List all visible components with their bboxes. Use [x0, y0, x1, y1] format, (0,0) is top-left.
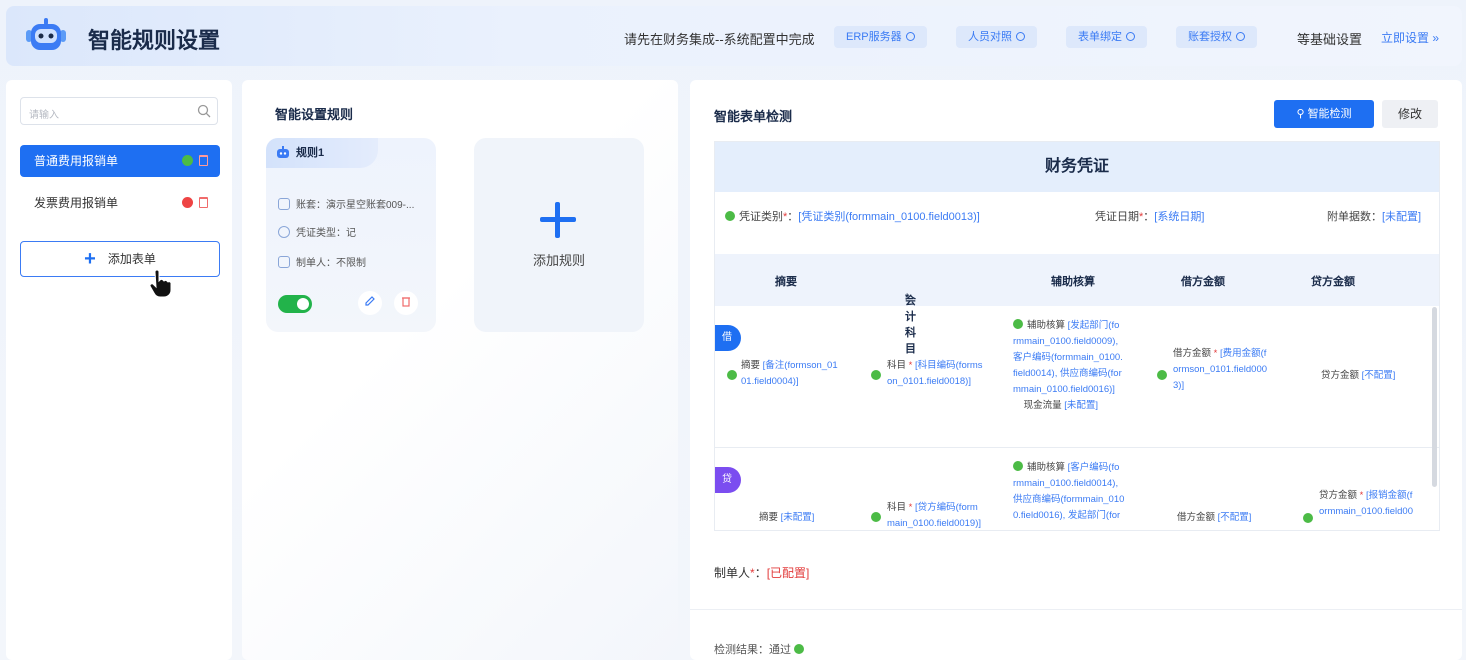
- rule-maker: 制单人：不限制: [278, 254, 366, 269]
- voucher-columns-header: 摘要 会计科目 * 辅助核算 借方金额 贷方金额: [715, 254, 1439, 355]
- check-circle-icon: [1303, 513, 1313, 523]
- detect-panel: 智能表单检测 ⚲ 智能检测 修改 财务凭证 凭证类别*：[凭证类别(formma…: [690, 80, 1462, 660]
- col-debit: 借方金额: [1181, 276, 1225, 288]
- voucher-date-field: 凭证日期*：[系统日期]: [1095, 211, 1205, 223]
- attachment-count-field: 附单据数：[未配置]: [1327, 211, 1422, 223]
- search-icon: ⚲: [1296, 108, 1308, 120]
- badge-erp-server[interactable]: ERP服务器: [834, 26, 927, 48]
- delete-icon[interactable]: [199, 197, 208, 208]
- page-header: 智能规则设置 请先在财务集成--系统配置中完成 ERP服务器 人员对照 表单绑定…: [6, 6, 1462, 66]
- book-icon: [278, 198, 290, 210]
- rule-name-tag: 规则1: [266, 138, 378, 168]
- search-icon: [197, 104, 211, 118]
- check-circle-icon: [1016, 32, 1025, 41]
- check-circle-icon: [794, 644, 805, 654]
- detect-title: 智能表单检测: [714, 109, 793, 124]
- hand-cursor-icon: [149, 270, 172, 298]
- col-credit: 贷方金额: [1311, 276, 1355, 288]
- check-status-icon: [182, 155, 193, 166]
- check-circle-icon: [727, 370, 737, 380]
- rule-card[interactable]: 规则1 账套：演示星空账套009-... 凭证类型：记 制单人：不限制: [266, 138, 436, 332]
- voucher-scrollbar[interactable]: [1432, 307, 1437, 487]
- voucher-title: 财务凭证: [715, 142, 1439, 192]
- check-circle-icon: [1236, 32, 1245, 41]
- edit-button[interactable]: 修改: [1382, 100, 1438, 128]
- voucher-type-field: 凭证类别*：[凭证类别(formmain_0100.field0013)]: [725, 208, 980, 224]
- add-rule-button[interactable]: 添加规则: [474, 138, 644, 332]
- setup-notice: 请先在财务集成--系统配置中完成: [624, 32, 815, 47]
- credit-aux: 辅助核算 [客户编码(fo rmmain_0100.field0014), 供应…: [1013, 461, 1125, 521]
- form-item-invoice-expense[interactable]: 发票费用报销单: [20, 187, 220, 219]
- rule-name: 规则1: [296, 147, 325, 159]
- check-circle-icon: [871, 512, 881, 522]
- credit-subject: 科目 * [贷方编码(form main_0100.field0019)]: [887, 502, 982, 529]
- search-input[interactable]: 请输入: [20, 97, 218, 125]
- check-circle-icon: [1126, 32, 1135, 41]
- credit-debit-amount: 借方金额 [不配置]: [1177, 512, 1252, 523]
- credit-summary: 摘要 [未配置]: [759, 512, 815, 523]
- debit-aux: 辅助核算 [发起部门(fo rmmain_0100.field0009), 客户…: [1013, 319, 1123, 411]
- rule-account: 账套：演示星空账套009-...: [278, 196, 414, 211]
- delete-icon[interactable]: [199, 155, 208, 166]
- layers-icon: [278, 226, 290, 238]
- robot-logo-icon: [26, 18, 66, 50]
- add-form-label: 添加表单: [107, 252, 156, 266]
- voucher-preview: 财务凭证 凭证类别*：[凭证类别(formmain_0100.field0013…: [714, 141, 1440, 531]
- robot-icon: [277, 146, 289, 158]
- check-circle-icon: [1157, 370, 1167, 380]
- form-item-label: 普通费用报销单: [34, 154, 119, 168]
- plus-icon: +: [84, 248, 96, 270]
- check-circle-icon: [1013, 319, 1023, 329]
- debit-credit-amount: 贷方金额 [不配置]: [1321, 370, 1396, 381]
- badge-account-auth[interactable]: 账套授权: [1176, 26, 1257, 48]
- form-item-ordinary-expense[interactable]: 普通费用报销单: [20, 145, 220, 177]
- rules-title: 智能设置规则: [275, 107, 354, 122]
- maker-field: 制单人*：[已配置]: [714, 566, 810, 580]
- user-icon: [278, 256, 290, 268]
- rule-voucher-type: 凭证类型：记: [278, 224, 356, 239]
- check-circle-icon: [871, 370, 881, 380]
- debit-tag: 借: [715, 325, 741, 351]
- credit-tag: 贷: [715, 467, 741, 493]
- check-circle-icon: [725, 211, 735, 221]
- col-aux: 辅助核算: [1051, 276, 1095, 288]
- form-item-label: 发票费用报销单: [34, 196, 119, 210]
- basic-settings-text: 等基础设置: [1297, 32, 1363, 47]
- col-summary: 摘要: [775, 276, 797, 288]
- plus-icon: [540, 202, 576, 238]
- add-form-button[interactable]: + 添加表单: [20, 241, 220, 277]
- edit-icon[interactable]: [358, 291, 382, 315]
- rules-panel: 智能设置规则 规则1 账套：演示星空账套009-... 凭证类型：记 制单人：不…: [242, 80, 678, 660]
- badge-person-mapping[interactable]: 人员对照: [956, 26, 1037, 48]
- delete-icon[interactable]: [394, 291, 418, 315]
- debit-summary: 摘要 [备注(formson_01 01.field0004)]: [741, 360, 838, 387]
- credit-amount: 贷方金额 * [报销金额(f ormmain_0100.field00: [1319, 490, 1414, 517]
- detect-result: 检测结果：通过: [714, 641, 808, 657]
- debit-subject: 科目 * [科目编码(forms on_0101.field0018)]: [887, 360, 983, 387]
- set-now-link[interactable]: 立即设置 »: [1381, 29, 1439, 46]
- search-placeholder: 请输入: [29, 110, 59, 121]
- error-status-icon: [182, 197, 193, 208]
- add-rule-label: 添加规则: [532, 253, 585, 268]
- divider: [690, 609, 1462, 610]
- rule-enable-toggle[interactable]: [278, 295, 312, 313]
- check-circle-icon: [905, 32, 915, 41]
- form-list-panel: 请输入 普通费用报销单 发票费用报销单 + 添加表单: [6, 80, 232, 660]
- check-circle-icon: [1013, 461, 1023, 471]
- page-title: 智能规则设置: [88, 28, 221, 53]
- row-divider: [715, 447, 1439, 448]
- badge-form-binding[interactable]: 表单绑定: [1066, 26, 1147, 48]
- debit-amount: 借方金额 * [费用金额(f ormson_0101.field000 3)]: [1173, 348, 1268, 391]
- smart-detect-button[interactable]: ⚲ 智能检测: [1274, 100, 1374, 128]
